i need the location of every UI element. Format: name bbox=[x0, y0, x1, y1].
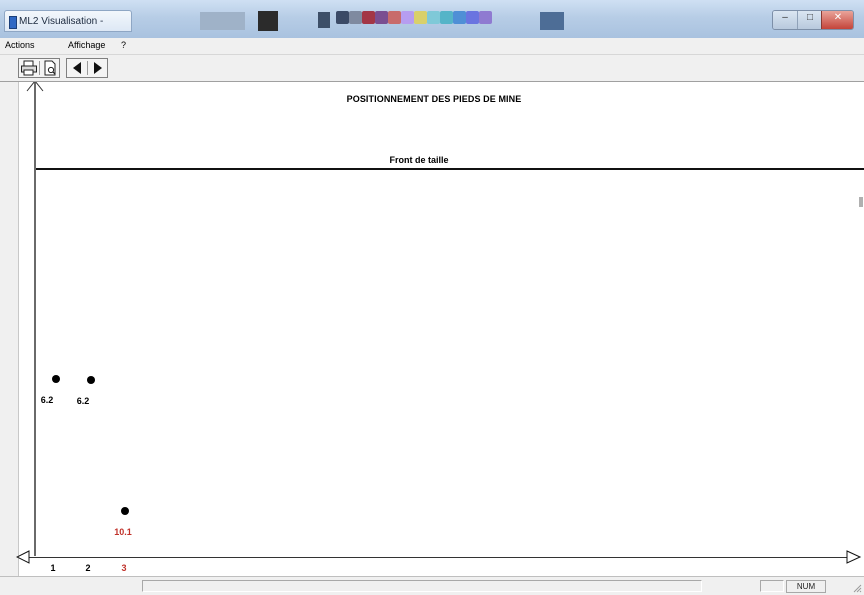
toolbar-separator bbox=[39, 61, 40, 75]
vertical-axis bbox=[34, 82, 36, 556]
taskbar-thumbnail bbox=[318, 12, 330, 28]
scroll-right-icon[interactable] bbox=[846, 550, 862, 564]
menu-affichage[interactable]: Affichage bbox=[68, 40, 105, 50]
menu-bar: Actions Affichage ? bbox=[0, 38, 864, 55]
front-label: Front de taille bbox=[389, 155, 449, 165]
navigation-button-group bbox=[66, 58, 108, 78]
hole-1-value: 6.2 bbox=[40, 395, 54, 405]
front-de-taille-line bbox=[36, 168, 864, 170]
window-controls: – □ ✕ bbox=[772, 10, 854, 30]
print-button-group bbox=[18, 58, 60, 78]
hole-2-dot[interactable] bbox=[87, 376, 95, 384]
edge-mark bbox=[859, 197, 863, 207]
app-icon bbox=[9, 16, 17, 29]
menu-actions[interactable]: Actions bbox=[5, 40, 35, 50]
hole-3-value: 10.1 bbox=[114, 527, 132, 537]
num-lock-indicator: NUM bbox=[786, 580, 826, 593]
menu-help[interactable]: ? bbox=[121, 40, 126, 50]
window-title: ML2 Visualisation - bbox=[19, 16, 104, 27]
up-arrow-icon bbox=[26, 82, 44, 92]
toolbar bbox=[0, 55, 864, 82]
axis-tick-1: 1 bbox=[50, 563, 56, 573]
printer-icon[interactable] bbox=[20, 60, 38, 76]
close-icon[interactable]: ✕ bbox=[821, 11, 853, 29]
visualisation-canvas: POSITIONNEMENT DES PIEDS DE MINE Front d… bbox=[0, 82, 864, 576]
status-pane bbox=[760, 580, 784, 592]
taskbar-thumbnail bbox=[200, 12, 245, 30]
toolbar-separator bbox=[87, 61, 88, 75]
status-bar: NUM bbox=[0, 576, 864, 595]
hole-2-value: 6.2 bbox=[76, 396, 90, 406]
status-message-pane bbox=[142, 580, 702, 592]
minimize-icon[interactable]: – bbox=[773, 11, 797, 29]
axis-tick-3: 3 bbox=[121, 563, 127, 573]
maximize-icon[interactable]: □ bbox=[797, 11, 822, 29]
axis-tick-2: 2 bbox=[85, 563, 91, 573]
previous-icon[interactable] bbox=[68, 60, 86, 76]
horizontal-axis bbox=[26, 557, 852, 558]
scroll-left-icon[interactable] bbox=[16, 550, 30, 564]
hole-1-dot[interactable] bbox=[52, 375, 60, 383]
view-title: POSITIONNEMENT DES PIEDS DE MINE bbox=[346, 94, 522, 104]
taskbar-thumbnail bbox=[258, 11, 278, 31]
print-preview-icon[interactable] bbox=[41, 60, 59, 76]
hole-3-dot[interactable] bbox=[121, 507, 129, 515]
window-title-tab[interactable]: ML2 Visualisation - bbox=[4, 10, 132, 32]
resize-grip-icon[interactable] bbox=[852, 583, 862, 593]
taskbar-thumbnail bbox=[540, 12, 564, 30]
next-icon[interactable] bbox=[89, 60, 107, 76]
title-bar: ML2 Visualisation - – □ ✕ bbox=[0, 0, 864, 38]
